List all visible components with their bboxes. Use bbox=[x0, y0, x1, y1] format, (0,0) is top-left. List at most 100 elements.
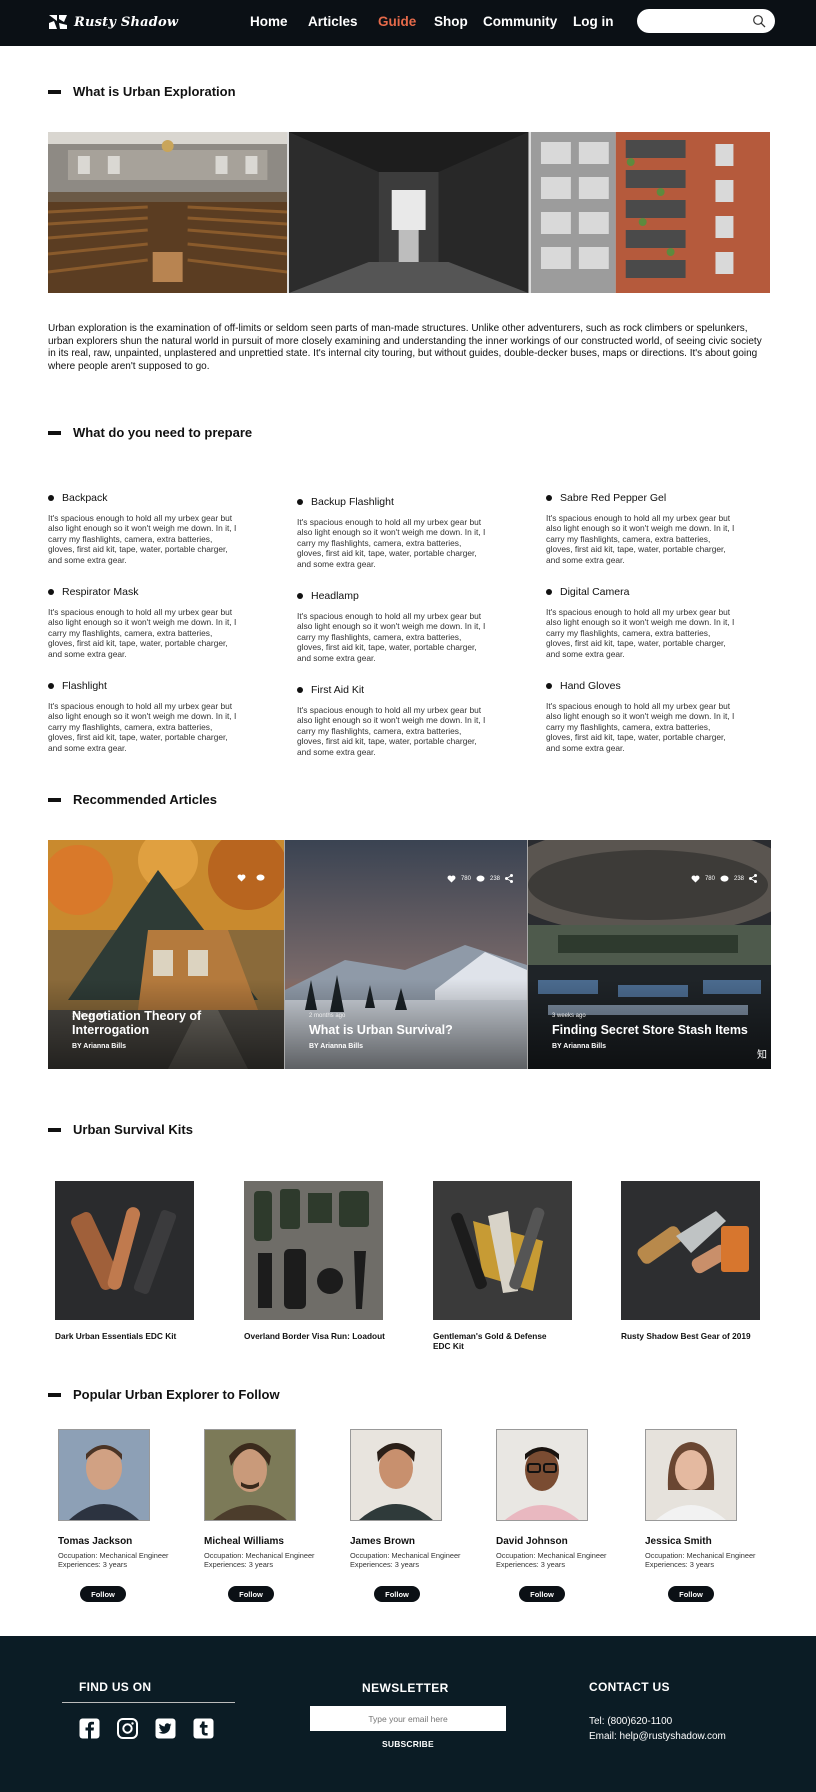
prepare-item: First Aid Kit It's spacious enough to ho… bbox=[297, 684, 487, 757]
bullet-icon bbox=[297, 593, 303, 599]
prepare-item: Headlamp It's spacious enough to hold al… bbox=[297, 590, 487, 663]
nav-community[interactable]: Community bbox=[483, 14, 557, 29]
bullet-icon bbox=[546, 495, 552, 501]
section-title: Urban Survival Kits bbox=[73, 1122, 193, 1137]
kit-card[interactable]: Overland Border Visa Run: Loadout bbox=[244, 1181, 394, 1341]
nav-articles[interactable]: Articles bbox=[308, 14, 358, 29]
kit-image[interactable] bbox=[55, 1181, 194, 1320]
prepare-item: Flashlight It's spacious enough to hold … bbox=[48, 680, 238, 753]
article-title[interactable]: Finding Secret Store Stash Items bbox=[552, 1023, 748, 1037]
nav-guide[interactable]: Guide bbox=[378, 14, 416, 29]
prepare-item-desc: It's spacious enough to hold all my urbe… bbox=[546, 607, 735, 659]
article-card[interactable]: 780 238 3 weeks ago Finding Secret Store… bbox=[528, 840, 771, 1069]
dark-corridor-image bbox=[289, 132, 529, 293]
avatar[interactable] bbox=[496, 1429, 588, 1521]
article-time: 3 weeks ago bbox=[552, 1013, 586, 1019]
explorer-name[interactable]: David Johnson bbox=[496, 1536, 626, 1547]
search-icon[interactable] bbox=[752, 14, 766, 28]
article-card[interactable]: 1 minute ago Negotiation Theory of Inter… bbox=[48, 840, 284, 1069]
heart-icon[interactable] bbox=[237, 874, 246, 882]
avatar[interactable] bbox=[204, 1429, 296, 1521]
article-card[interactable]: 780 238 2 months ago What is Urban Survi… bbox=[285, 840, 527, 1069]
explorer-experience: Experiences: 3 years bbox=[496, 1560, 566, 1570]
article-title[interactable]: Negotiation Theory of Interrogation bbox=[72, 1009, 201, 1037]
newsletter-heading: NEWSLETTER bbox=[362, 1681, 449, 1695]
subscribe-button[interactable]: SUBSCRIBE bbox=[382, 1739, 434, 1749]
avatar[interactable] bbox=[645, 1429, 737, 1521]
explorer-name[interactable]: Jessica Smith bbox=[645, 1536, 775, 1547]
search-input[interactable] bbox=[637, 9, 775, 33]
explorer-name[interactable]: James Brown bbox=[350, 1536, 480, 1547]
article-title-line: Interrogation bbox=[72, 1023, 150, 1037]
prepare-item: Respirator Mask It's spacious enough to … bbox=[48, 586, 238, 659]
avatar[interactable] bbox=[350, 1429, 442, 1521]
kit-card[interactable]: Rusty Shadow Best Gear of 2019 bbox=[621, 1181, 771, 1341]
follow-button[interactable]: Follow bbox=[519, 1586, 565, 1602]
explorer-name[interactable]: Tomas Jackson bbox=[58, 1536, 188, 1547]
twitter-icon[interactable] bbox=[155, 1718, 176, 1739]
instagram-icon[interactable] bbox=[117, 1718, 138, 1739]
facebook-icon[interactable] bbox=[79, 1718, 100, 1739]
explorer-experience: Experiences: 3 years bbox=[350, 1560, 420, 1570]
comments-count: 238 bbox=[733, 875, 744, 882]
article-meta bbox=[237, 874, 270, 882]
contact-phone[interactable]: Tel: (800)620-1100 bbox=[589, 1716, 672, 1727]
kit-image[interactable] bbox=[244, 1181, 383, 1320]
explorer-occupation: Occupation: Mechanical Engineer bbox=[496, 1551, 607, 1560]
kit-image[interactable] bbox=[621, 1181, 760, 1320]
kit-name[interactable]: Dark Urban Essentials EDC Kit bbox=[55, 1331, 205, 1341]
prepare-item-title: Digital Camera bbox=[560, 586, 630, 598]
nav-login[interactable]: Log in bbox=[573, 14, 614, 29]
explorer-card: Tomas Jackson Occupation: Mechanical Eng… bbox=[58, 1429, 188, 1570]
prepare-item-desc: It's spacious enough to hold all my urbe… bbox=[546, 701, 735, 753]
avatar[interactable] bbox=[58, 1429, 150, 1521]
kit-name[interactable]: Rusty Shadow Best Gear of 2019 bbox=[621, 1331, 771, 1341]
article-author: BY Arianna Bills bbox=[72, 1043, 127, 1050]
share-icon[interactable] bbox=[749, 874, 757, 883]
kit-name-line: Rusty Shadow Best Gear of 2019 bbox=[621, 1331, 751, 1341]
prepare-item-desc: It's spacious enough to hold all my urbe… bbox=[48, 701, 237, 753]
explorer-name[interactable]: Micheal Williams bbox=[204, 1536, 334, 1547]
article-cards: 1 minute ago Negotiation Theory of Inter… bbox=[48, 840, 771, 1069]
contact-email[interactable]: Email: help@rustyshadow.com bbox=[589, 1731, 726, 1742]
kit-image[interactable] bbox=[433, 1181, 572, 1320]
follow-button[interactable]: Follow bbox=[80, 1586, 126, 1602]
top-navigation-bar: Rusty Shadow Home Articles Guide Shop Co… bbox=[0, 0, 816, 46]
article-title[interactable]: What is Urban Survival? bbox=[309, 1023, 453, 1037]
prepare-item-desc: It's spacious enough to hold all my urbe… bbox=[297, 611, 486, 663]
section-title: What do you need to prepare bbox=[73, 425, 253, 440]
prepare-item-title: Headlamp bbox=[311, 590, 359, 602]
prepare-item-title: Flashlight bbox=[62, 680, 107, 692]
article-meta: 780 238 bbox=[447, 874, 513, 883]
logo-text: Rusty Shadow bbox=[74, 14, 179, 30]
explorer-experience: Experiences: 3 years bbox=[58, 1560, 128, 1570]
section-header-prepare: What do you need to prepare bbox=[48, 425, 252, 440]
nav-home[interactable]: Home bbox=[250, 14, 288, 29]
section-title: Recommended Articles bbox=[73, 792, 218, 807]
comments-count: 238 bbox=[489, 875, 500, 882]
kit-name[interactable]: Gentleman's Gold & Defense EDC Kit bbox=[433, 1331, 583, 1351]
comment-icon[interactable] bbox=[476, 874, 485, 883]
tumblr-icon[interactable] bbox=[193, 1718, 214, 1739]
site-logo[interactable]: Rusty Shadow bbox=[48, 13, 178, 31]
follow-button[interactable]: Follow bbox=[228, 1586, 274, 1602]
kit-card[interactable]: Gentleman's Gold & Defense EDC Kit bbox=[433, 1181, 583, 1351]
footer-divider bbox=[62, 1702, 235, 1703]
kit-name[interactable]: Overland Border Visa Run: Loadout bbox=[244, 1331, 394, 1341]
explorer-occupation: Occupation: Mechanical Engineer bbox=[350, 1551, 461, 1560]
heart-icon[interactable] bbox=[691, 875, 700, 883]
prepare-item-desc: It's spacious enough to hold all my urbe… bbox=[297, 517, 486, 569]
heart-icon[interactable] bbox=[447, 875, 456, 883]
intro-image-strip bbox=[48, 132, 770, 293]
kit-card[interactable]: Dark Urban Essentials EDC Kit bbox=[55, 1181, 205, 1341]
share-icon[interactable] bbox=[505, 874, 513, 883]
prepare-item-title: Sabre Red Pepper Gel bbox=[560, 492, 667, 504]
follow-button[interactable]: Follow bbox=[374, 1586, 420, 1602]
newsletter-email-input[interactable] bbox=[310, 1706, 506, 1731]
comment-icon[interactable] bbox=[256, 874, 265, 882]
section-bar bbox=[48, 89, 61, 94]
prepare-item-title: Respirator Mask bbox=[62, 586, 139, 598]
comment-icon[interactable] bbox=[720, 874, 729, 883]
follow-button[interactable]: Follow bbox=[668, 1586, 714, 1602]
nav-shop[interactable]: Shop bbox=[434, 14, 468, 29]
